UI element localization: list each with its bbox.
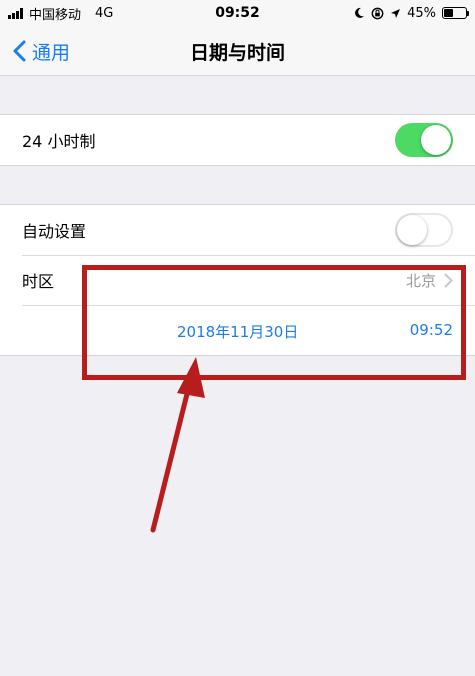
settings-group-format: 24 小时制 [0, 114, 475, 166]
location-icon [391, 8, 401, 18]
signal-icon [8, 7, 23, 19]
toggle-knob [397, 215, 427, 245]
toggle-24-hour[interactable] [395, 123, 453, 157]
navigation-bar: 通用 日期与时间 [0, 26, 475, 76]
row-auto-set-label: 自动设置 [22, 222, 87, 241]
moon-icon [355, 7, 365, 18]
battery-percent: 45% [407, 5, 436, 21]
row-24-hour-label: 24 小时制 [22, 132, 96, 151]
status-bar: 中国移动 4G 09:52 45% [0, 0, 475, 26]
annotation-highlight-box [82, 265, 466, 380]
toggle-auto-set[interactable] [395, 213, 453, 247]
row-24-hour: 24 小时制 [0, 115, 475, 165]
row-auto-set: 自动设置 [0, 205, 475, 255]
status-right: 45% [353, 5, 469, 21]
status-left: 中国移动 4G [8, 4, 113, 23]
row-timezone-label: 时区 [22, 272, 55, 291]
battery-icon [442, 7, 469, 19]
carrier-name: 中国移动 [29, 7, 82, 23]
rotation-lock-icon [371, 7, 384, 19]
battery-level [444, 9, 454, 17]
page-title: 日期与时间 [189, 42, 285, 64]
network-type: 4G [95, 5, 114, 21]
toggle-knob [421, 125, 451, 155]
